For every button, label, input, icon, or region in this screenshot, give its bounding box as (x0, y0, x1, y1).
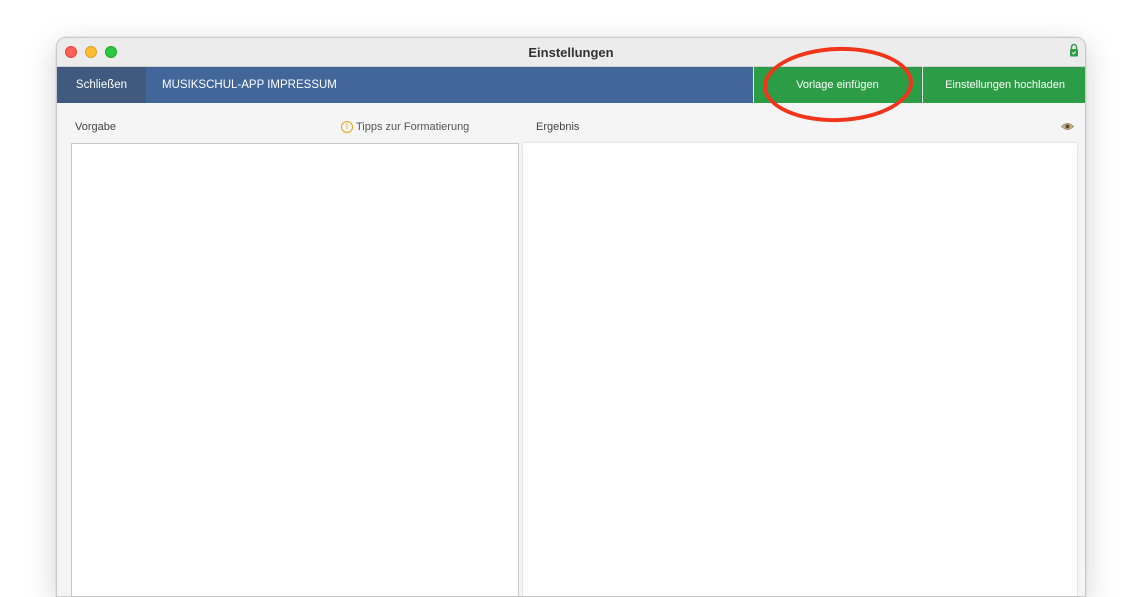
upload-settings-button[interactable]: Einstellungen hochladen (922, 67, 1085, 103)
formatting-tips-label: Tipps zur Formatierung (356, 121, 470, 133)
close-button[interactable]: Schließen (57, 67, 146, 103)
settings-window: Einstellungen Schließen MUSIKSCHUL-APP I… (56, 37, 1086, 597)
result-preview (523, 143, 1077, 596)
source-editor[interactable] (71, 143, 519, 596)
lock-icon (1070, 43, 1078, 57)
eye-icon[interactable] (1061, 122, 1074, 131)
title-bar: Einstellungen (57, 38, 1085, 67)
section-title: MUSIKSCHUL-APP IMPRESSUM (162, 79, 337, 91)
formatting-tips-link[interactable]: i Tipps zur Formatierung (341, 121, 469, 133)
source-label: Vorgabe (75, 121, 116, 133)
info-icon: i (341, 121, 353, 133)
window-title: Einstellungen (528, 45, 614, 60)
toolbar: Schließen MUSIKSCHUL-APP IMPRESSUM Vorla… (57, 67, 1085, 103)
result-label: Ergebnis (536, 121, 580, 133)
